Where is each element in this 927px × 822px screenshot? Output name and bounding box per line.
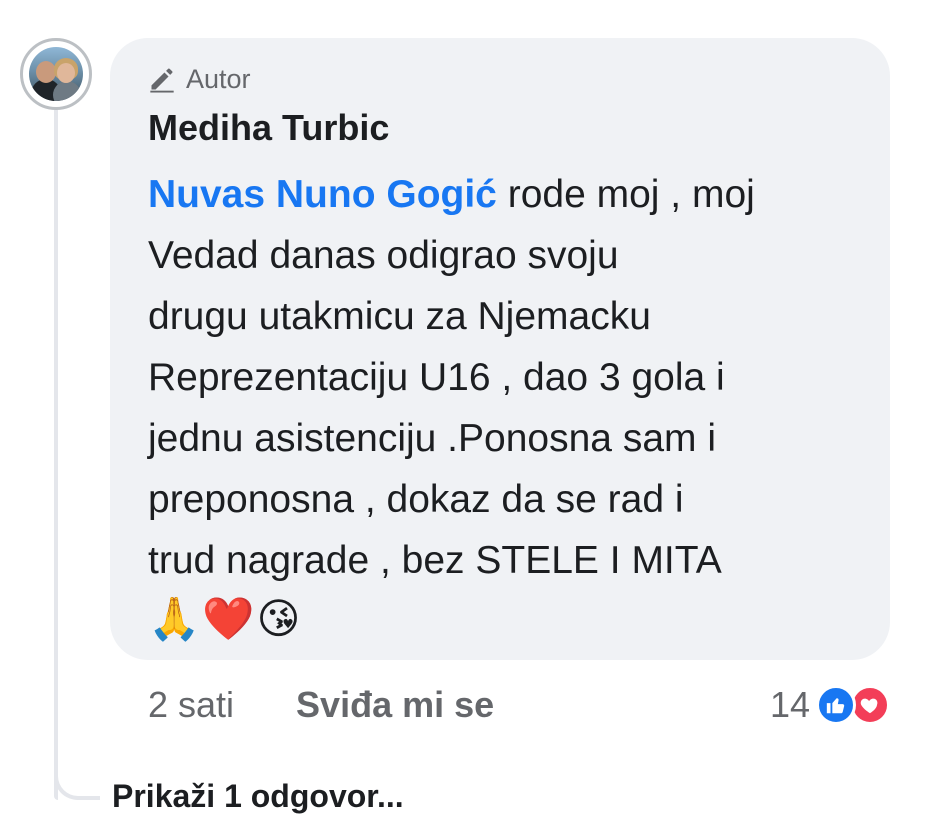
author-name[interactable]: Mediha Turbic bbox=[148, 106, 854, 150]
thread-connector bbox=[54, 770, 100, 800]
badge-label: Autor bbox=[186, 63, 251, 94]
like-icon bbox=[816, 685, 856, 725]
pencil-icon bbox=[148, 65, 176, 93]
comment-line: jednu asistenciju .Ponosna sam i bbox=[148, 417, 716, 460]
comment-line: rode moj , moj bbox=[496, 173, 755, 216]
avatar[interactable] bbox=[20, 38, 92, 110]
kissing-face-emoji: 😘 bbox=[256, 595, 301, 642]
profile-photo bbox=[29, 47, 83, 101]
comment-actions: 2 sati Sviđa mi se 14 bbox=[148, 680, 890, 730]
thread-line bbox=[54, 100, 58, 800]
comment-line: drugu utakmicu za Njemacku bbox=[148, 295, 651, 338]
comment-line: Reprezentaciju U16 , dao 3 gola i bbox=[148, 356, 725, 399]
comment-line: Vedad danas odigrao svoju bbox=[148, 234, 619, 277]
emoji-row: 🙏 ❤️ 😘 bbox=[148, 591, 854, 647]
reaction-count: 14 bbox=[769, 684, 810, 725]
red-heart-emoji: ❤️ bbox=[202, 595, 255, 642]
comment-line: preponosna , dokaz da se rad i bbox=[148, 478, 684, 521]
comment-text: Nuvas Nuno Gogić rode moj , moj Vedad da… bbox=[148, 164, 860, 591]
reaction-summary[interactable]: 14 bbox=[770, 680, 890, 730]
author-badge: Autor bbox=[148, 62, 854, 96]
timestamp[interactable]: 2 sati bbox=[148, 684, 234, 726]
comment-bubble: Autor Mediha Turbic Nuvas Nuno Gogić rod… bbox=[110, 38, 890, 660]
mention-link[interactable]: Nuvas Nuno Gogić bbox=[148, 173, 497, 216]
view-replies-link[interactable]: Prikaži 1 odgovor... bbox=[112, 778, 404, 815]
love-icon bbox=[850, 685, 890, 725]
like-button[interactable]: Sviđa mi se bbox=[296, 684, 494, 726]
folded-hands-emoji: 🙏 bbox=[148, 595, 201, 642]
comment-line: trud nagrade , bez STELE I MITA bbox=[148, 539, 722, 582]
